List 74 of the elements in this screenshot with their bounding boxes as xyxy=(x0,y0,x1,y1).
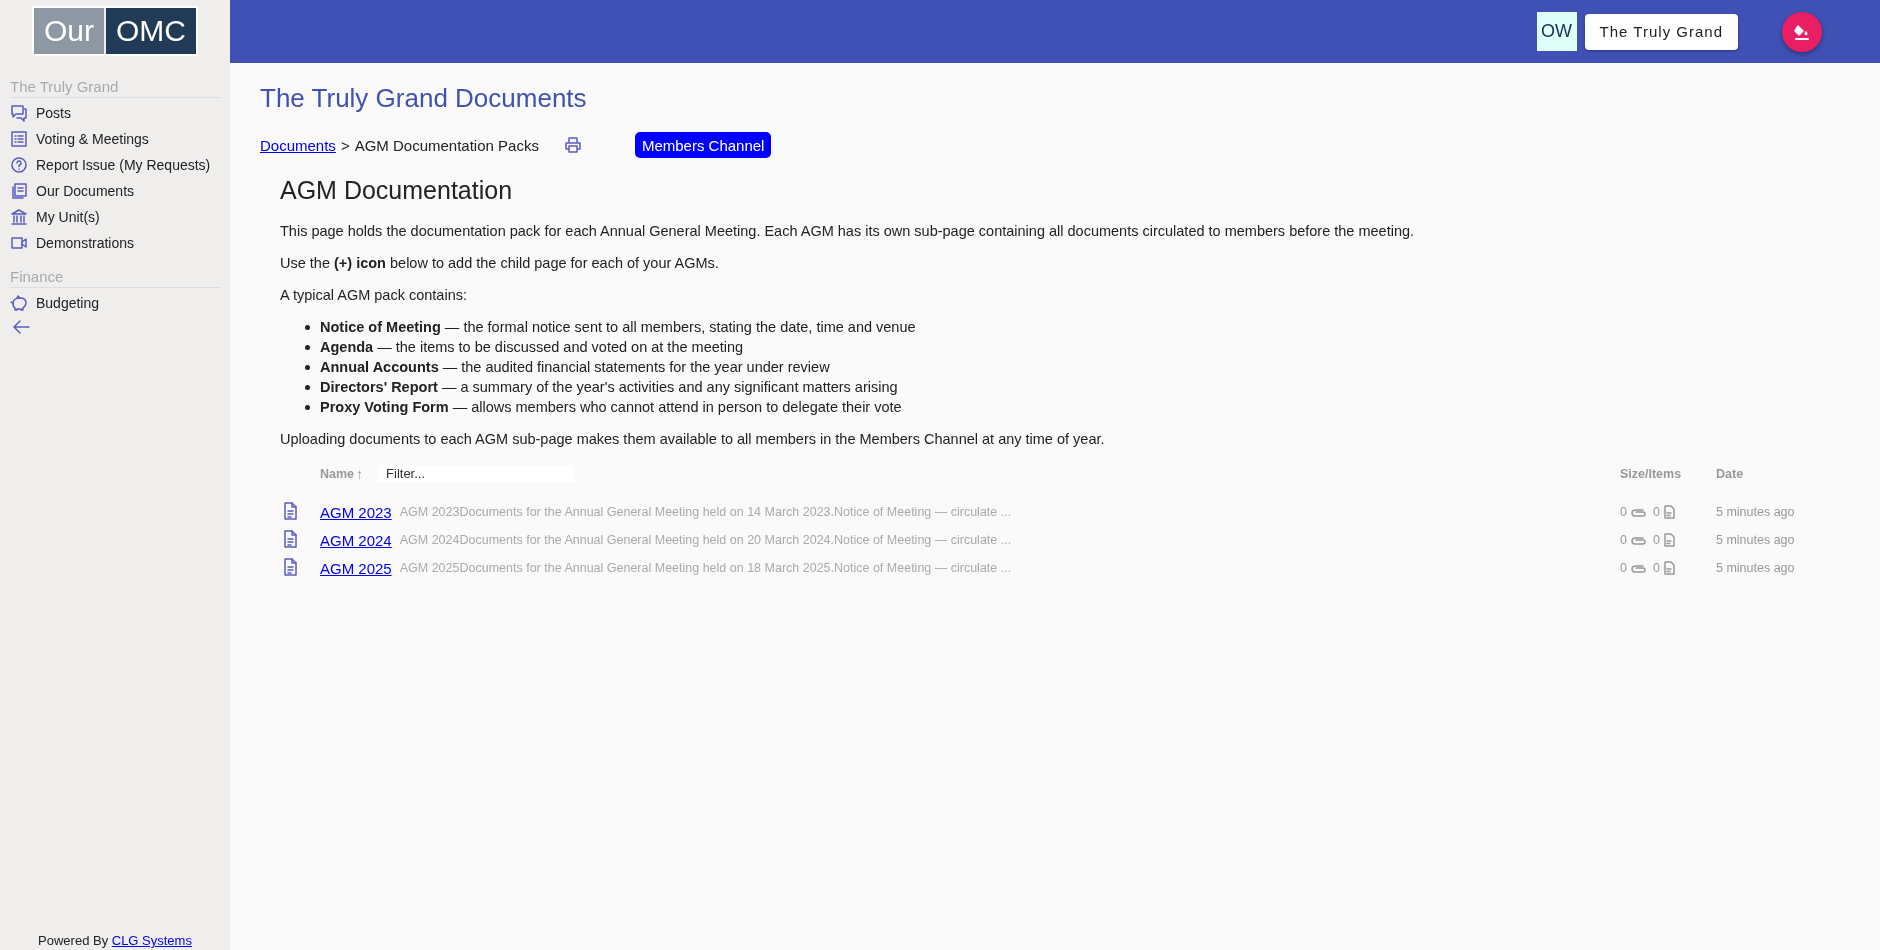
file-icon xyxy=(1662,505,1675,519)
list-icon xyxy=(10,130,28,148)
nav-item[interactable]: Our Documents xyxy=(10,178,220,204)
bank-building-icon xyxy=(10,208,28,226)
back-arrow-icon[interactable] xyxy=(12,318,30,336)
piggy-bank-icon xyxy=(10,294,28,312)
breadcrumb-link[interactable]: Documents xyxy=(260,136,336,154)
description-text: AGM 2025Documents for the Annual General Meeting held on 18 March 2025.Notice of Meeting — circulate ... xyxy=(399,561,1012,575)
list-item: Agenda — the items to be discussed and voted on at the meeting xyxy=(320,338,744,357)
item-count: 0 xyxy=(1652,561,1660,575)
file-icon xyxy=(282,529,299,548)
nav-item[interactable]: Report Issue (My Requests) xyxy=(10,152,220,178)
chat-bubbles-icon xyxy=(10,104,28,122)
folder-link[interactable]: AGM 2023 xyxy=(320,503,392,521)
logo-text: Our xyxy=(34,8,104,54)
file-icon xyxy=(1662,533,1675,547)
item-count: 0 xyxy=(1652,505,1660,519)
item-count: 0 xyxy=(1652,533,1660,547)
paragraph: This page holds the documentation pack for each Annual General Meeting. Each AGM has its own sub-page containing all documents circulated to members before the meeting. xyxy=(280,222,1416,241)
file-icon xyxy=(1662,561,1675,575)
nav-item[interactable]: Voting & Meetings xyxy=(10,126,220,152)
nav-item[interactable]: Budgeting xyxy=(10,290,220,316)
paperclip-icon xyxy=(1629,562,1646,574)
column-header: Date xyxy=(1715,465,1745,483)
bullet-icon xyxy=(305,364,310,370)
paperclip-icon xyxy=(1629,534,1646,546)
site-button[interactable]: The Truly Grand xyxy=(1584,13,1738,50)
bullet-icon xyxy=(305,384,310,390)
paragraph: Uploading documents to each AGM sub-page makes them available to all members in the Members Channel at any time of year. xyxy=(280,430,1106,449)
section-heading: Finance xyxy=(10,268,220,288)
list-item: Annual Accounts — the audited financial statements for the year under review xyxy=(320,358,830,377)
list-item: Directors' Report — a summary of the year's activities and any significant matters arising xyxy=(320,378,898,397)
file-icon xyxy=(282,557,299,576)
nav-item[interactable]: My Unit(s) xyxy=(10,204,220,230)
clg-systems-link[interactable]: CLG Systems xyxy=(111,933,192,948)
nav-item[interactable]: Posts xyxy=(10,100,220,126)
folder-link[interactable]: AGM 2025 xyxy=(320,559,392,577)
user-avatar[interactable]: OW xyxy=(1536,12,1577,51)
theme-button[interactable] xyxy=(1782,11,1822,52)
filter-field[interactable]: Filter... xyxy=(377,465,576,482)
description-text: AGM 2024Documents for the Annual General Meeting held on 20 March 2024.Notice of Meeting — circulate ... xyxy=(399,533,1012,547)
section-heading: AGM Documentation xyxy=(280,176,514,205)
print-icon[interactable] xyxy=(562,136,583,154)
page-title: The Truly Grand Documents xyxy=(260,83,588,114)
bullet-icon xyxy=(305,344,310,350)
paperclip-icon xyxy=(1629,506,1646,518)
file-icon xyxy=(282,501,299,520)
attachment-count: 0 xyxy=(1620,505,1627,519)
section-heading: The Truly Grand xyxy=(10,78,220,98)
powered-by-text: Powered By CLG Systems xyxy=(38,933,192,950)
bullet-icon xyxy=(305,324,310,330)
nav-item[interactable]: Demonstrations xyxy=(10,230,220,256)
document-stack-icon xyxy=(10,182,28,200)
logo-text: OMC xyxy=(106,8,196,54)
bullet-icon xyxy=(305,404,310,410)
folder-link[interactable]: AGM 2024 xyxy=(320,531,392,549)
video-camera-icon xyxy=(10,234,28,252)
breadcrumb-current: AGM Documentation Packs xyxy=(354,136,539,154)
date-cell-text: 5 minutes ago xyxy=(1715,560,1796,577)
description-text: AGM 2023Documents for the Annual General Meeting held on 14 March 2023.Notice of Meeting — circulate ... xyxy=(399,505,1012,519)
paint-bucket-icon xyxy=(1793,22,1811,41)
paragraph: A typical AGM pack contains: xyxy=(280,286,468,305)
breadcrumb-separator: > xyxy=(340,136,350,154)
list-item: Notice of Meeting — the formal notice sent to all members, stating the date, time and venue xyxy=(320,318,916,337)
date-cell-text: 5 minutes ago xyxy=(1715,504,1796,521)
date-cell-text: 5 minutes ago xyxy=(1715,532,1796,549)
list-item: Proxy Voting Form — allows members who cannot attend in person to delegate their vote xyxy=(320,398,902,417)
members-channel-button[interactable]: Members Channel xyxy=(634,132,772,158)
column-header: Size/Items xyxy=(1619,465,1683,483)
paragraph: Use the (+) icon below to add the child page for each of your AGMs. xyxy=(280,254,720,273)
attachment-count: 0 xyxy=(1620,533,1627,547)
sort-indicator: ↑ xyxy=(356,465,364,482)
question-circle-icon xyxy=(10,156,28,174)
attachment-count: 0 xyxy=(1620,561,1627,575)
